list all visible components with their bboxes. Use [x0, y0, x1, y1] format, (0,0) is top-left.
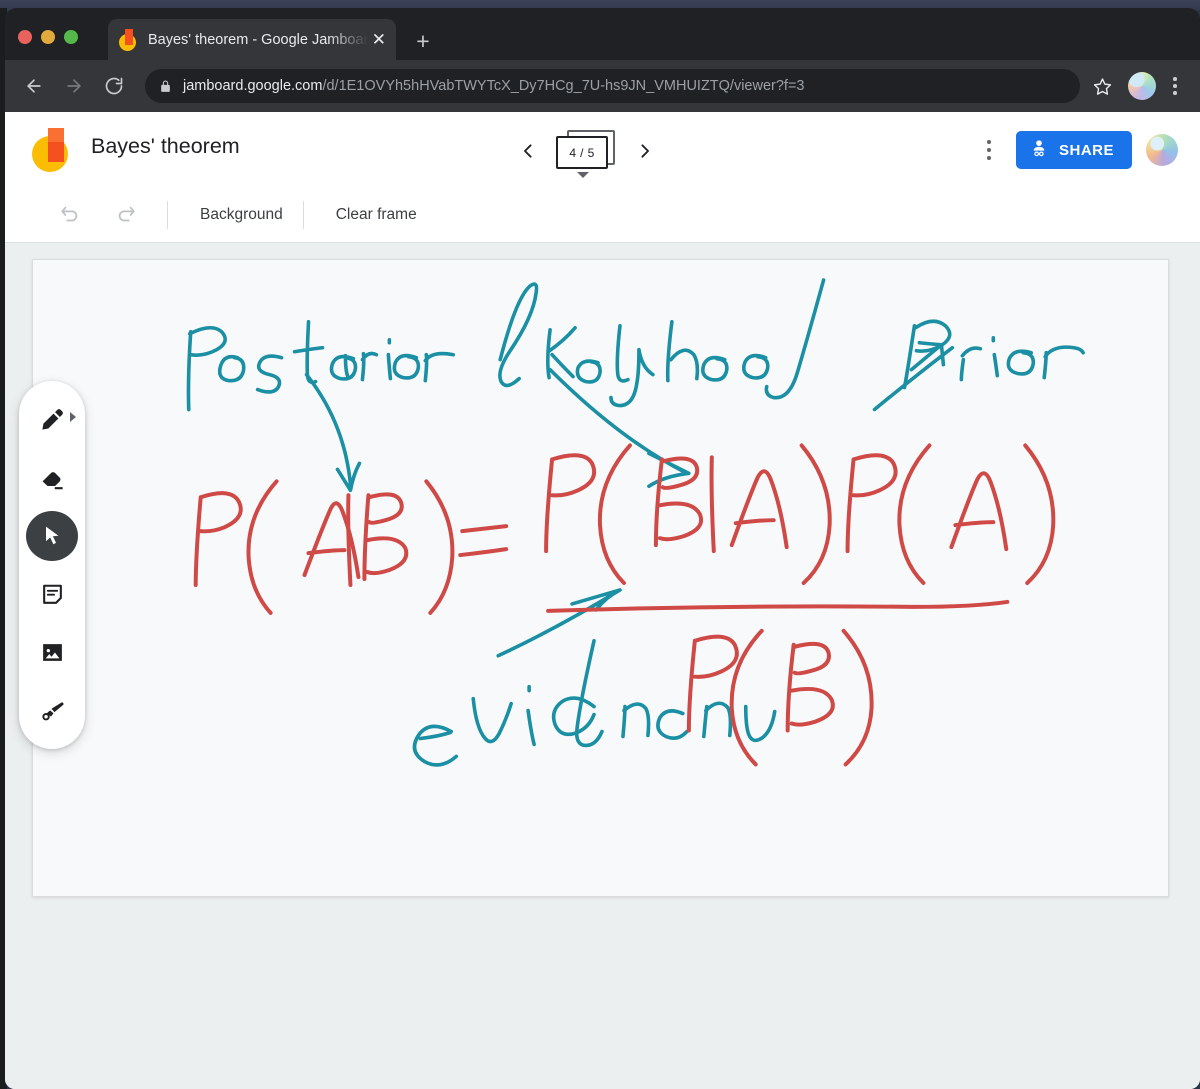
reload-button[interactable]	[97, 69, 131, 103]
jamboard-header: Bayes' theorem 4 / 5 SHARE	[5, 112, 1200, 187]
select-tool[interactable]	[26, 511, 78, 561]
browser-toolbar: jamboard.google.com/d/1E1OVYh5hHVabTWYTc…	[5, 60, 1200, 112]
eraser-tool[interactable]	[26, 453, 78, 503]
pen-tool[interactable]	[26, 395, 78, 445]
frame-counter-label: 4 / 5	[556, 136, 608, 169]
sticky-note-tool[interactable]	[26, 569, 78, 619]
clear-frame-button[interactable]: Clear frame	[322, 198, 431, 232]
browser-tab[interactable]: Bayes' theorem - Google Jamboard ✕	[108, 19, 396, 60]
handwritten-ink-layer	[186, 278, 1085, 767]
share-button[interactable]: SHARE	[1015, 131, 1132, 169]
browser-profile-avatar[interactable]	[1128, 72, 1156, 100]
url-host: jamboard.google.com	[183, 78, 323, 94]
lock-icon	[159, 79, 172, 94]
share-button-label: SHARE	[1058, 141, 1114, 159]
forward-button[interactable]	[57, 69, 91, 103]
maximize-window-button[interactable]	[64, 30, 78, 44]
frame-navigation: 4 / 5	[505, 126, 667, 178]
toolbar-divider-2	[302, 200, 304, 229]
jamboard-page: Bayes' theorem 4 / 5 SHARE Background Cl…	[5, 112, 1200, 1089]
user-avatar[interactable]	[1146, 134, 1178, 166]
url-path: /d/1E1OVYh5hHVabTWYTcX_Dy7HCg_7U-hs9JN_V…	[322, 78, 805, 94]
jamboard-logo-icon	[32, 128, 74, 172]
frame-expand-caret-icon[interactable]	[577, 172, 589, 178]
new-tab-button[interactable]: +	[409, 28, 437, 56]
image-tool[interactable]	[26, 627, 78, 677]
redo-button[interactable]	[105, 194, 147, 236]
close-window-button[interactable]	[18, 30, 32, 44]
next-frame-button[interactable]	[621, 128, 667, 174]
pen-options-caret-icon[interactable]	[70, 412, 76, 422]
jam-overflow-menu-icon[interactable]	[976, 132, 1002, 168]
minimize-window-button[interactable]	[41, 30, 55, 44]
toolbar-divider-1	[167, 200, 168, 229]
window-traffic-lights	[18, 30, 78, 44]
background-button[interactable]: Background	[186, 198, 297, 232]
back-button[interactable]	[17, 69, 51, 103]
jamboard-toolbar: Background Clear frame	[5, 187, 1200, 243]
tool-palette	[19, 381, 85, 749]
page-title[interactable]: Bayes' theorem	[91, 134, 240, 159]
header-actions: SHARE	[976, 126, 1178, 174]
address-bar[interactable]: jamboard.google.com/d/1E1OVYh5hHVabTWYTc…	[145, 69, 1080, 103]
address-bar-url: jamboard.google.com/d/1E1OVYh5hHVabTWYTc…	[183, 78, 805, 94]
jam-frame-canvas[interactable]	[32, 259, 1169, 897]
laser-tool[interactable]	[26, 685, 78, 735]
browser-tab-title: Bayes' theorem - Google Jamboard	[148, 31, 368, 48]
browser-menu-icon[interactable]	[1162, 71, 1188, 101]
close-tab-icon[interactable]: ✕	[372, 31, 386, 48]
share-person-icon	[1029, 138, 1049, 162]
browser-window: Bayes' theorem - Google Jamboard ✕ + jam…	[5, 8, 1200, 1089]
bookmark-star-icon[interactable]	[1086, 70, 1118, 102]
previous-frame-button[interactable]	[505, 128, 551, 174]
browser-tab-strip: Bayes' theorem - Google Jamboard ✕ +	[5, 8, 1200, 60]
frame-counter[interactable]: 4 / 5	[551, 127, 621, 178]
canvas-area	[5, 243, 1200, 1089]
jamboard-favicon-icon	[118, 28, 137, 51]
undo-button[interactable]	[49, 194, 91, 236]
